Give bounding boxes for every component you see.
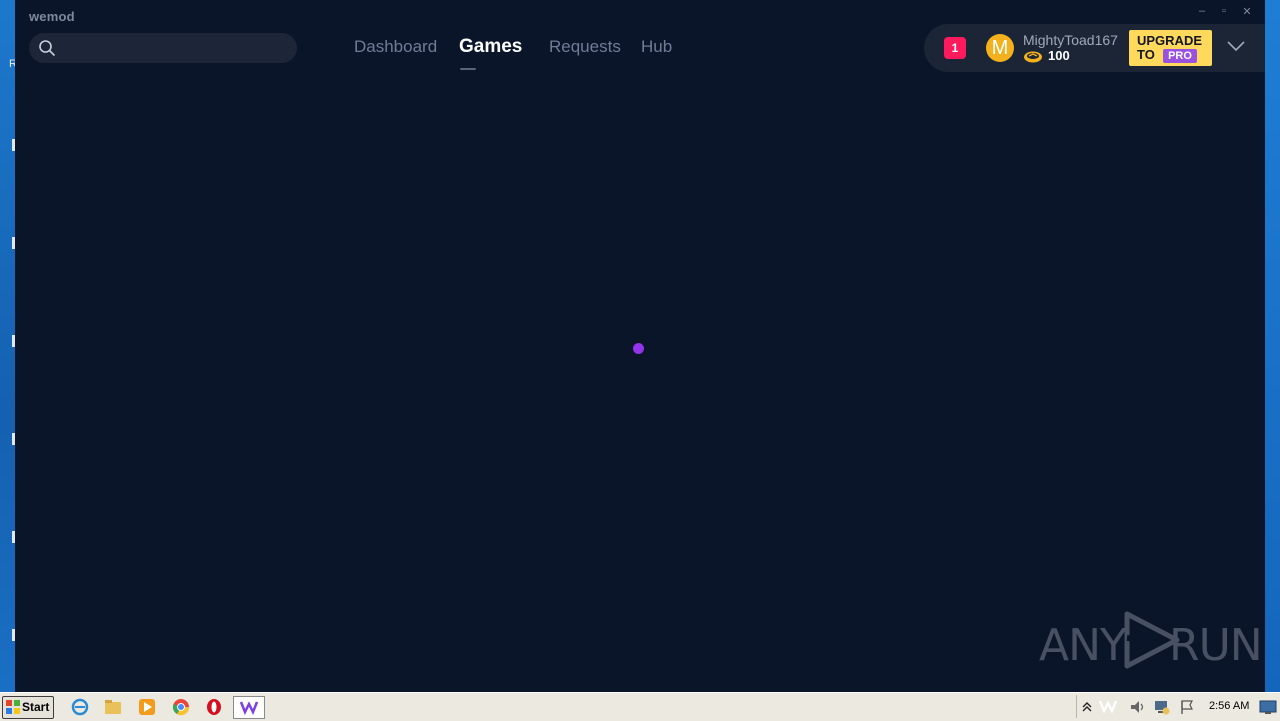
file-explorer-icon[interactable] <box>104 698 122 716</box>
profile-panel: 1 M MightyToad167 100 UPGRADE TO PRO <box>924 24 1265 72</box>
tab-games[interactable]: Games <box>459 36 522 58</box>
maximize-button[interactable]: ▫ <box>1216 5 1232 17</box>
windows-logo-icon <box>6 700 20 714</box>
show-desktop-icon[interactable] <box>1259 699 1277 715</box>
upgrade-label: UPGRADE <box>1137 33 1203 48</box>
volume-icon[interactable] <box>1129 699 1147 715</box>
watermark-text-right: RUN <box>1169 620 1263 671</box>
upgrade-to-label: TO <box>1137 47 1155 62</box>
wemod-icon <box>240 701 258 715</box>
notification-badge[interactable]: 1 <box>944 37 966 59</box>
opera-icon[interactable] <box>205 698 223 716</box>
active-tab-indicator <box>460 68 476 70</box>
watermark-text-left: ANY <box>1039 620 1127 671</box>
app-title: wemod <box>29 9 75 24</box>
coin-balance: 100 <box>1048 48 1070 63</box>
internet-explorer-icon[interactable] <box>71 698 89 716</box>
tab-dashboard[interactable]: Dashboard <box>354 37 437 57</box>
clock[interactable]: 2:56 AM <box>1209 700 1249 712</box>
start-label: Start <box>22 700 50 714</box>
start-button[interactable]: Start <box>2 696 54 719</box>
wemod-taskbar-button[interactable] <box>233 696 265 719</box>
media-player-icon[interactable] <box>138 698 156 716</box>
pro-badge: PRO <box>1163 49 1197 63</box>
tab-requests[interactable]: Requests <box>549 37 621 57</box>
search-icon <box>39 40 55 56</box>
action-center-flag-icon[interactable] <box>1179 699 1195 715</box>
network-icon[interactable] <box>1153 698 1171 716</box>
desktop-background-right <box>1265 0 1280 692</box>
wemod-window: wemod – ▫ ✕ Dashboard Games Requests Hub… <box>15 0 1265 692</box>
show-hidden-icons-icon[interactable] <box>1082 700 1092 712</box>
loading-spinner <box>633 343 644 354</box>
taskbar: Start 2:56 AM <box>0 692 1280 721</box>
desktop-background: R <box>0 0 17 692</box>
close-button[interactable]: ✕ <box>1239 5 1255 18</box>
avatar[interactable]: M <box>986 34 1014 62</box>
tab-hub[interactable]: Hub <box>641 37 672 57</box>
anyrun-watermark: ANY RUN <box>1039 608 1263 671</box>
wemod-tray-icon[interactable] <box>1099 699 1117 713</box>
username[interactable]: MightyToad167 <box>1023 32 1118 48</box>
coin-icon <box>1024 51 1042 63</box>
upgrade-to-pro-button[interactable]: UPGRADE TO PRO <box>1129 30 1212 66</box>
chevron-down-icon[interactable] <box>1227 40 1245 52</box>
minimize-button[interactable]: – <box>1194 5 1210 17</box>
chrome-icon[interactable] <box>172 698 190 716</box>
search-input[interactable] <box>29 33 297 63</box>
